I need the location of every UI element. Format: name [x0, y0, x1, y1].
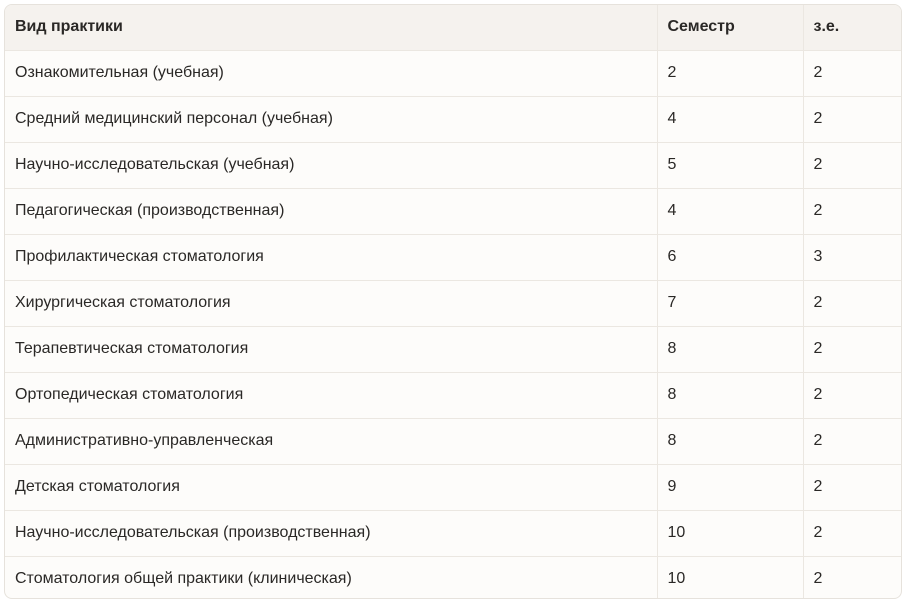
- header-semester: Семестр: [657, 5, 804, 51]
- cell-semester: 4: [657, 96, 804, 143]
- cell-semester: 7: [657, 280, 804, 327]
- cell-credits: 2: [803, 464, 901, 511]
- cell-semester: 4: [657, 188, 804, 235]
- table-row: Детская стоматология 9 2: [5, 464, 901, 511]
- cell-practice-type: Стоматология общей практики (клиническая…: [5, 556, 658, 598]
- cell-credits: 2: [803, 142, 901, 189]
- cell-credits: 2: [803, 50, 901, 97]
- cell-practice-type: Ортопедическая стоматология: [5, 372, 658, 419]
- cell-practice-type: Детская стоматология: [5, 464, 658, 511]
- table-row: Административно-управленческая 8 2: [5, 418, 901, 465]
- table-row: Терапевтическая стоматология 8 2: [5, 326, 901, 373]
- cell-semester: 9: [657, 464, 804, 511]
- table-row: Средний медицинский персонал (учебная) 4…: [5, 96, 901, 143]
- cell-credits: 2: [803, 510, 901, 557]
- cell-semester: 8: [657, 326, 804, 373]
- table-row: Стоматология общей практики (клиническая…: [5, 556, 901, 598]
- cell-practice-type: Педагогическая (производственная): [5, 188, 658, 235]
- table-row: Педагогическая (производственная) 4 2: [5, 188, 901, 235]
- table-row: Научно-исследовательская (производственн…: [5, 510, 901, 557]
- header-practice-type: Вид практики: [5, 5, 658, 51]
- table-body: Ознакомительная (учебная) 2 2 Средний ме…: [5, 50, 901, 598]
- cell-credits: 2: [803, 418, 901, 465]
- cell-semester: 10: [657, 510, 804, 557]
- practice-table: Вид практики Семестр з.е. Ознакомительна…: [5, 5, 901, 598]
- table-row: Научно-исследовательская (учебная) 5 2: [5, 142, 901, 189]
- cell-credits: 2: [803, 326, 901, 373]
- practice-table-container: Вид практики Семестр з.е. Ознакомительна…: [4, 4, 902, 599]
- cell-practice-type: Ознакомительная (учебная): [5, 50, 658, 97]
- header-credits: з.е.: [803, 5, 901, 51]
- table-row: Профилактическая стоматология 6 3: [5, 234, 901, 281]
- cell-semester: 8: [657, 372, 804, 419]
- cell-practice-type: Терапевтическая стоматология: [5, 326, 658, 373]
- cell-semester: 2: [657, 50, 804, 97]
- header-row: Вид практики Семестр з.е.: [5, 5, 901, 51]
- cell-practice-type: Средний медицинский персонал (учебная): [5, 96, 658, 143]
- cell-credits: 2: [803, 372, 901, 419]
- table-row: Ознакомительная (учебная) 2 2: [5, 50, 901, 97]
- cell-semester: 5: [657, 142, 804, 189]
- cell-semester: 10: [657, 556, 804, 598]
- table-header: Вид практики Семестр з.е.: [5, 5, 901, 51]
- table-row: Хирургическая стоматология 7 2: [5, 280, 901, 327]
- cell-semester: 8: [657, 418, 804, 465]
- cell-practice-type: Научно-исследовательская (учебная): [5, 142, 658, 189]
- cell-credits: 3: [803, 234, 901, 281]
- cell-credits: 2: [803, 188, 901, 235]
- cell-practice-type: Административно-управленческая: [5, 418, 658, 465]
- cell-credits: 2: [803, 96, 901, 143]
- cell-practice-type: Профилактическая стоматология: [5, 234, 658, 281]
- table-row: Ортопедическая стоматология 8 2: [5, 372, 901, 419]
- cell-semester: 6: [657, 234, 804, 281]
- cell-credits: 2: [803, 280, 901, 327]
- cell-practice-type: Научно-исследовательская (производственн…: [5, 510, 658, 557]
- cell-credits: 2: [813, 570, 823, 588]
- cell-practice-type: Хирургическая стоматология: [5, 280, 658, 327]
